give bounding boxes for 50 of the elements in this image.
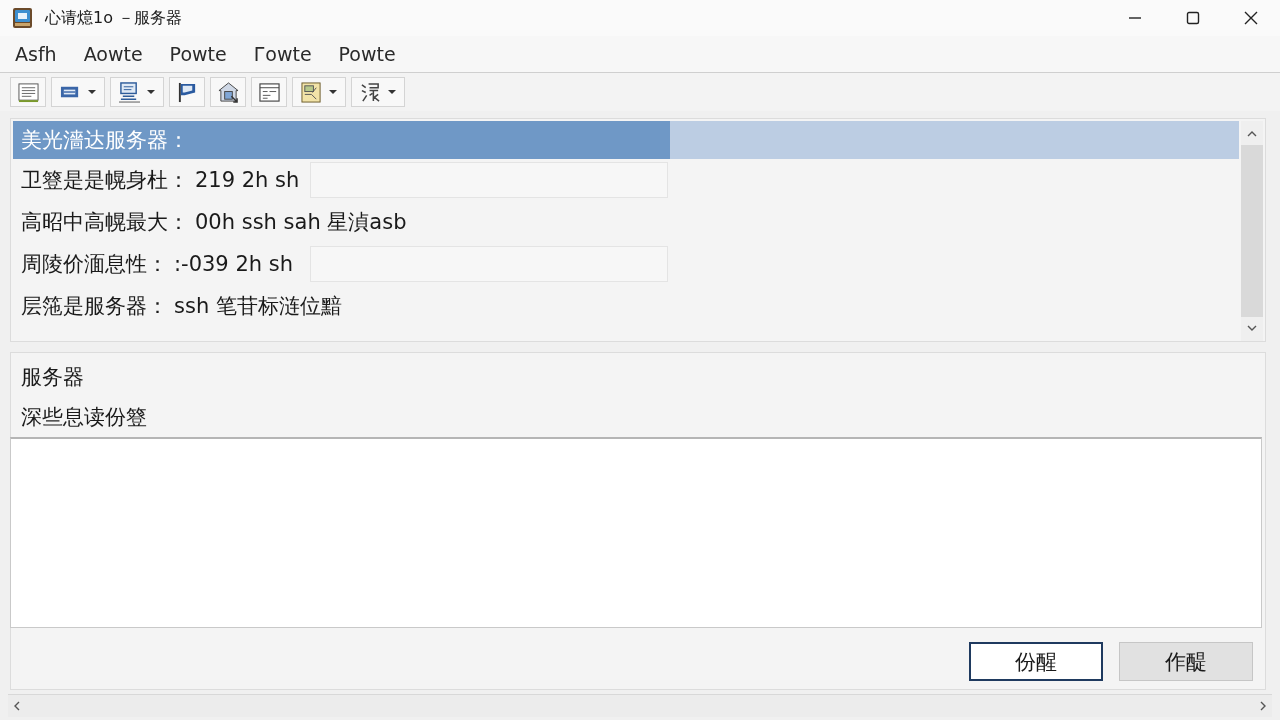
property-value: :-039 2h sh [174, 252, 293, 276]
scroll-left-icon[interactable] [14, 701, 20, 711]
menu-item[interactable]: Powte [169, 43, 227, 65]
property-label: 美光濇达服务器： [21, 127, 189, 154]
branch-icon [360, 81, 381, 103]
property-row[interactable]: 卫簦是是幌身杜： 219 2h sh [13, 159, 1239, 201]
house-icon [217, 81, 239, 103]
caret-icon [388, 90, 396, 94]
scroll-right-icon[interactable] [1260, 701, 1266, 711]
toolbar-button[interactable] [110, 77, 164, 107]
menu-item[interactable]: Aowte [83, 43, 143, 65]
document-icon [17, 81, 39, 103]
toolbar-button[interactable] [169, 77, 205, 107]
window-title: 心请燱1o －服务器 [45, 7, 183, 29]
field-label: 深些息读份簦 [20, 404, 147, 431]
property-value: 219 2h sh [195, 168, 300, 192]
toolbar-button[interactable] [351, 77, 405, 107]
property-row[interactable]: 层筂是服务器： ssh 笔苷标涟位黯 [13, 285, 1239, 327]
dialog-button[interactable]: 份醒 [969, 642, 1103, 681]
flag-icon [176, 81, 198, 103]
menu-item[interactable]: Гowte [253, 43, 312, 65]
property-label: 卫簦是是幌身杜： [21, 167, 189, 194]
property-row[interactable]: 周陵价湎息性： :-039 2h sh [13, 243, 1239, 285]
property-value: ssh 笔苷标涟位黯 [174, 293, 342, 320]
scroll-down-icon[interactable] [1247, 325, 1257, 331]
menu-item[interactable]: Asfh [15, 43, 57, 65]
property-label: 周陵价湎息性： [21, 251, 168, 278]
scrollbar-thumb[interactable] [1241, 145, 1263, 317]
property-label: 高昭中高幌最大： [21, 209, 189, 236]
monitor-icon [119, 81, 140, 103]
dialog-button[interactable]: 作醍 [1119, 642, 1253, 681]
close-icon[interactable] [1244, 11, 1258, 25]
notebook-icon [12, 7, 34, 29]
menu-item[interactable]: Powte [338, 43, 396, 65]
toolbar-button[interactable] [51, 77, 105, 107]
toolbar-button[interactable] [292, 77, 346, 107]
list-window-icon [258, 81, 280, 103]
caret-icon [329, 90, 337, 94]
property-row[interactable]: 高昭中高幌最大： 00h ssh sah 星湞asb [13, 201, 1239, 243]
property-label: 层筂是服务器： [21, 293, 168, 320]
toolbar-button[interactable] [210, 77, 246, 107]
caret-icon [147, 90, 155, 94]
property-value: 00h ssh sah 星湞asb [195, 209, 407, 236]
scroll-up-icon[interactable] [1247, 131, 1257, 137]
maximize-icon[interactable] [1186, 11, 1200, 25]
toolbar-button[interactable] [10, 77, 46, 107]
panel-icon [301, 81, 322, 103]
section-heading: 服务器 [20, 364, 84, 391]
toolbar-button[interactable] [251, 77, 287, 107]
caret-icon [88, 90, 96, 94]
